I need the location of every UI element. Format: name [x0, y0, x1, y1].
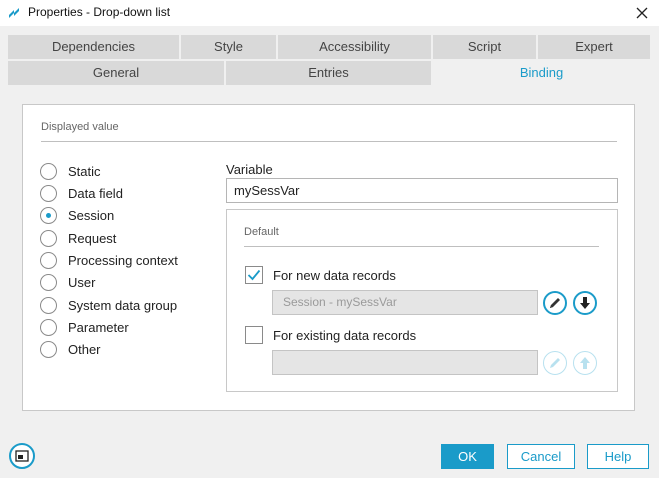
radio-label: Session — [68, 207, 115, 223]
radio-button[interactable] — [40, 273, 57, 291]
section-divider — [244, 246, 599, 247]
radio-static[interactable]: Static — [40, 162, 101, 180]
radio-button[interactable] — [40, 162, 57, 180]
radio-label: System data group — [68, 297, 178, 313]
radio-button[interactable] — [40, 340, 57, 358]
radio-button[interactable] — [40, 296, 57, 314]
radio-label: User — [68, 274, 96, 290]
radio-other[interactable]: Other — [40, 340, 101, 358]
new-records-label: For new data records — [273, 268, 396, 283]
dialog-body: Dependencies Style Accessibility Script … — [0, 26, 659, 478]
radio-label: Data field — [68, 185, 123, 201]
radio-label: Parameter — [68, 319, 129, 335]
close-button[interactable] — [631, 2, 653, 24]
radio-button[interactable] — [40, 318, 57, 336]
cancel-button[interactable]: Cancel — [507, 444, 575, 469]
arrow-up-icon — [580, 357, 590, 369]
new-records-value-field: Session - mySessVar — [272, 290, 538, 315]
radio-label: Processing context — [68, 252, 178, 268]
window-title: Properties - Drop-down list — [28, 5, 171, 19]
radio-processing-context[interactable]: Processing context — [40, 251, 178, 269]
tab-expert[interactable]: Expert — [538, 35, 650, 59]
existing-records-checkbox[interactable] — [245, 326, 263, 344]
tab-dependencies[interactable]: Dependencies — [8, 35, 179, 59]
radio-label: Other — [68, 341, 101, 357]
radio-button[interactable] — [40, 229, 57, 247]
insert-existing-default-button[interactable] — [573, 351, 597, 375]
tab-style[interactable]: Style — [181, 35, 276, 59]
default-group: Default For new data records Session - m… — [226, 209, 618, 392]
default-label: Default — [244, 226, 279, 238]
tab-entries[interactable]: Entries — [226, 61, 431, 85]
radio-button[interactable] — [40, 251, 57, 269]
radio-parameter[interactable]: Parameter — [40, 318, 129, 336]
insert-new-default-button[interactable] — [573, 291, 597, 315]
ok-button[interactable]: OK — [441, 444, 494, 469]
window-layout-icon — [15, 450, 29, 462]
new-records-checkbox[interactable] — [245, 266, 263, 284]
pencil-icon — [550, 298, 560, 308]
tab-script[interactable]: Script — [433, 35, 536, 59]
edit-new-default-button[interactable] — [543, 291, 567, 315]
edit-existing-default-button[interactable] — [543, 351, 567, 375]
arrow-down-icon — [580, 297, 590, 309]
variable-label: Variable — [226, 162, 273, 177]
radio-user[interactable]: User — [40, 273, 95, 291]
existing-records-value-field — [272, 350, 538, 375]
radio-request[interactable]: Request — [40, 229, 116, 247]
existing-records-label: For existing data records — [273, 328, 417, 343]
close-icon — [636, 7, 648, 19]
radio-data-field[interactable]: Data field — [40, 184, 123, 202]
checkmark-icon — [247, 269, 261, 281]
tab-accessibility[interactable]: Accessibility — [278, 35, 431, 59]
radio-button[interactable] — [40, 184, 57, 202]
radio-system-data-group[interactable]: System data group — [40, 296, 177, 314]
radio-button[interactable] — [40, 206, 57, 224]
displayed-value-label: Displayed value — [41, 121, 119, 133]
variable-input[interactable]: mySessVar — [226, 178, 618, 203]
displayed-value-group: Displayed value Static Data field Sessio… — [22, 104, 635, 411]
radio-session[interactable]: Session — [40, 206, 114, 224]
layout-toggle-button[interactable] — [9, 443, 35, 469]
app-logo-icon — [9, 8, 19, 18]
pencil-icon — [550, 358, 560, 368]
section-divider — [41, 141, 617, 142]
radio-label: Request — [68, 230, 117, 246]
radio-label: Static — [68, 163, 101, 179]
binding-panel: Displayed value Static Data field Sessio… — [8, 87, 650, 451]
tab-binding[interactable]: Binding — [433, 61, 650, 85]
title-bar: Properties - Drop-down list — [0, 0, 659, 26]
help-button[interactable]: Help — [587, 444, 649, 469]
tab-general[interactable]: General — [8, 61, 224, 85]
